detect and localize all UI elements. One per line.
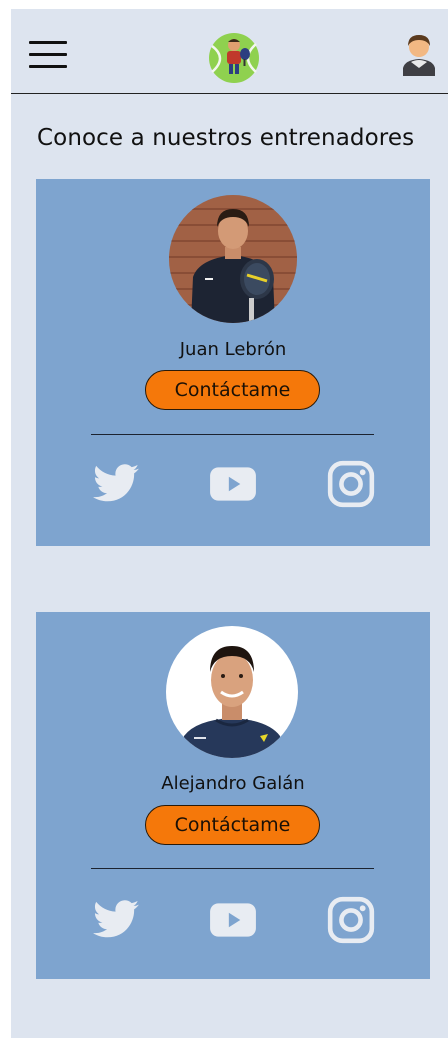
trainer-photo — [166, 626, 298, 758]
trainer-photo — [169, 195, 297, 323]
contact-button[interactable]: Contáctame — [145, 805, 320, 845]
trainer-name: Juan Lebrón — [179, 339, 287, 360]
youtube-icon[interactable] — [208, 895, 258, 945]
contact-button[interactable]: Contáctame — [145, 370, 320, 410]
tennis-ball-logo-icon[interactable] — [208, 32, 260, 84]
hamburger-menu-icon[interactable] — [29, 39, 67, 69]
page-title: Conoce a nuestros entrenadores — [37, 125, 415, 151]
trainer-card: Juan Lebrón Contáctame — [36, 179, 430, 546]
app-screen: Conoce a nuestros entrenadores Juan Lebr… — [11, 9, 448, 1038]
twitter-icon[interactable] — [91, 459, 141, 509]
trainer-name: Alejandro Galán — [161, 773, 305, 794]
top-bar — [11, 9, 448, 94]
twitter-icon[interactable] — [91, 895, 141, 945]
youtube-icon[interactable] — [208, 459, 258, 509]
user-avatar-icon[interactable] — [397, 32, 441, 76]
instagram-icon[interactable] — [326, 895, 376, 945]
instagram-icon[interactable] — [326, 459, 376, 509]
divider — [91, 868, 374, 869]
divider — [91, 434, 374, 435]
trainer-card: Alejandro Galán Contáctame — [36, 612, 430, 979]
